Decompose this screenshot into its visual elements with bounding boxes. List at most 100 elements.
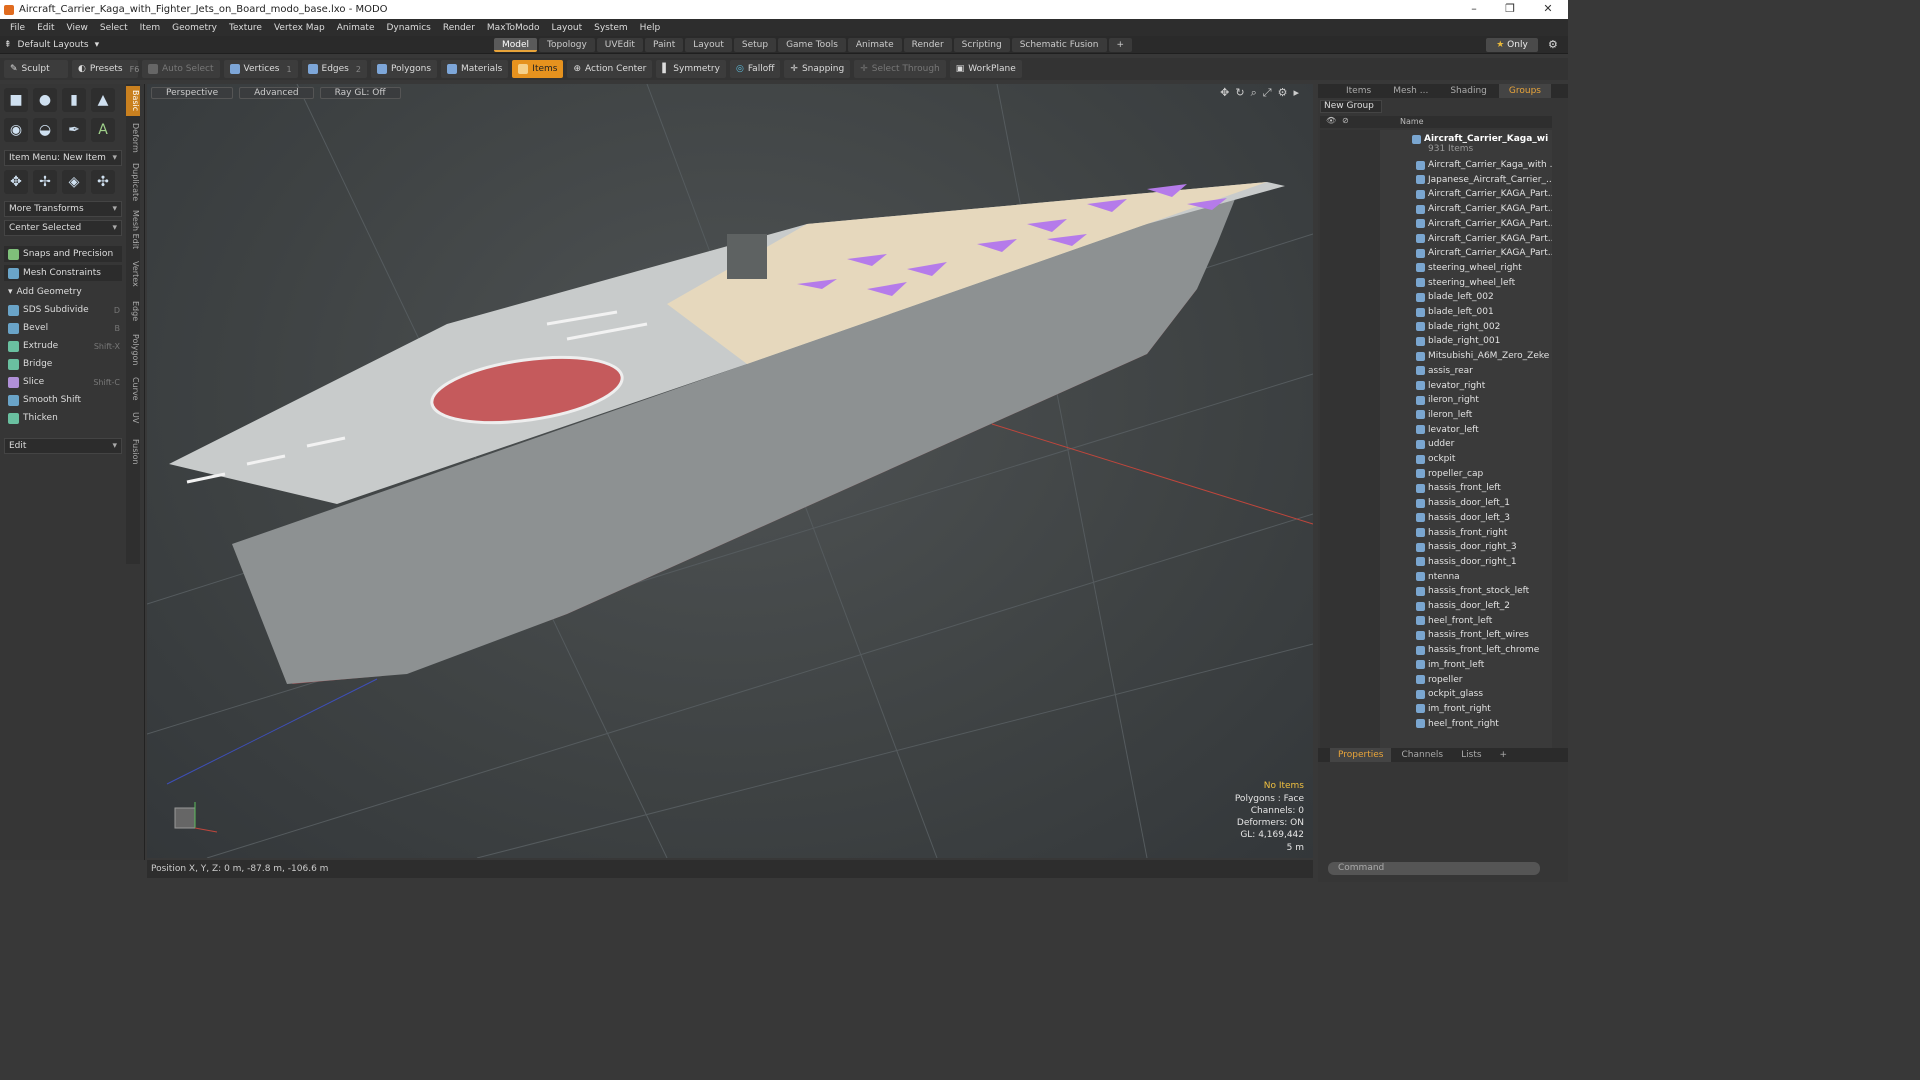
layout-toggle-icon[interactable]: ⇞ xyxy=(4,40,12,50)
list-item[interactable]: Aircraft_Carrier_KAGA_Part... xyxy=(1416,217,1552,231)
list-item[interactable]: hassis_door_left_3 xyxy=(1416,511,1552,525)
tab-schematic-fusion[interactable]: Schematic Fusion xyxy=(1011,38,1107,52)
vtab-mesh-edit[interactable]: Mesh Edit xyxy=(126,208,140,252)
edit-dropdown[interactable]: Edit xyxy=(4,438,122,454)
list-item[interactable]: ileron_right xyxy=(1416,393,1552,407)
list-item[interactable]: ropeller_cap xyxy=(1416,467,1552,481)
tab-channels[interactable]: Channels xyxy=(1393,748,1451,762)
torus-icon[interactable]: ◉ xyxy=(4,118,28,142)
advanced-button[interactable]: Advanced xyxy=(239,87,314,99)
tab-game-tools[interactable]: Game Tools xyxy=(778,38,846,52)
tab-properties[interactable]: Properties xyxy=(1330,748,1392,762)
tab-scripting[interactable]: Scripting xyxy=(953,38,1010,52)
command-input[interactable]: Command xyxy=(1328,862,1540,875)
menu-dynamics[interactable]: Dynamics xyxy=(380,23,436,33)
list-item[interactable]: im_front_left xyxy=(1416,658,1552,672)
cube-icon[interactable]: ■ xyxy=(4,88,28,112)
default-layouts-dropdown[interactable]: ⇞ Default Layouts ▾ xyxy=(4,38,99,52)
viewport-settings-icon[interactable]: ⚙ xyxy=(1278,86,1288,100)
snaps-and-precision[interactable]: Snaps and Precision xyxy=(4,246,122,262)
vtab-edge[interactable]: Edge xyxy=(126,296,140,326)
mesh-constraints[interactable]: Mesh Constraints xyxy=(4,265,122,281)
scale-icon[interactable]: ◈ xyxy=(62,170,86,194)
list-item[interactable]: hassis_front_right xyxy=(1416,526,1552,540)
list-item[interactable]: ockpit_glass xyxy=(1416,687,1552,701)
list-item[interactable]: blade_left_001 xyxy=(1416,305,1552,319)
list-item[interactable]: ropeller xyxy=(1416,673,1552,687)
list-item[interactable]: Aircraft_Carrier_KAGA_Part... xyxy=(1416,202,1552,216)
tab-setup[interactable]: Setup xyxy=(733,38,777,52)
materials-button[interactable]: Materials xyxy=(441,60,509,78)
vtab-uv[interactable]: UV xyxy=(126,408,140,428)
list-item[interactable]: levator_right xyxy=(1416,379,1552,393)
list-item[interactable]: Aircraft_Carrier_KAGA_Part... xyxy=(1416,187,1552,201)
list-item[interactable]: hassis_door_right_1 xyxy=(1416,555,1552,569)
list-item[interactable]: hassis_front_left_wires xyxy=(1416,628,1552,642)
list-item[interactable]: hassis_door_left_1 xyxy=(1416,496,1552,510)
list-item[interactable]: hassis_front_left xyxy=(1416,481,1552,495)
item-menu-dropdown[interactable]: Item Menu: New Item xyxy=(4,150,122,166)
sculpt-button[interactable]: ✎ Sculpt xyxy=(4,60,68,78)
more-transforms-dropdown[interactable]: More Transforms xyxy=(4,201,122,217)
vtab-polygon[interactable]: Polygon xyxy=(126,330,140,370)
menu-select[interactable]: Select xyxy=(94,23,134,33)
pen-icon[interactable]: ✒ xyxy=(62,118,86,142)
new-group-button[interactable]: New Group xyxy=(1320,100,1382,113)
menu-file[interactable]: File xyxy=(4,23,31,33)
list-item[interactable]: ntenna xyxy=(1416,570,1552,584)
gear-icon[interactable]: ⚙ xyxy=(1548,38,1558,51)
vertices-button[interactable]: Vertices 1 xyxy=(223,60,298,78)
tab-lists[interactable]: Lists xyxy=(1453,748,1489,762)
tool-extrude[interactable]: Extrude Shift-X xyxy=(4,338,122,354)
close-button[interactable]: ✕ xyxy=(1530,0,1566,19)
rotate-view-icon[interactable]: ↻ xyxy=(1235,86,1244,100)
vtab-fusion[interactable]: Fusion xyxy=(126,434,140,470)
edges-button[interactable]: Edges 2 xyxy=(301,60,367,78)
tab-paint[interactable]: Paint xyxy=(644,38,684,52)
action-center-button[interactable]: ⊕ Action Center xyxy=(567,60,653,78)
add-tab-icon[interactable]: + xyxy=(1492,748,1516,762)
menu-texture[interactable]: Texture xyxy=(223,23,268,33)
list-item[interactable]: hassis_front_stock_left xyxy=(1416,584,1552,598)
menu-layout[interactable]: Layout xyxy=(546,23,589,33)
cone-icon[interactable]: ▲ xyxy=(91,88,115,112)
tab-items[interactable]: Items xyxy=(1336,84,1381,98)
sphere-icon[interactable]: ● xyxy=(33,88,57,112)
menu-render[interactable]: Render xyxy=(437,23,481,33)
tab-layout[interactable]: Layout xyxy=(685,38,732,52)
minimize-button[interactable]: – xyxy=(1456,0,1492,19)
tool-slice[interactable]: Slice Shift-C xyxy=(4,374,122,390)
maximize-button[interactable]: ❐ xyxy=(1492,0,1528,19)
select-through-button[interactable]: ✛ Select Through xyxy=(854,60,946,78)
menu-vertex-map[interactable]: Vertex Map xyxy=(268,23,331,33)
list-item[interactable]: steering_wheel_right xyxy=(1416,261,1552,275)
vtab-curve[interactable]: Curve xyxy=(126,374,140,404)
only-button[interactable]: ★ Only xyxy=(1486,38,1538,52)
list-item[interactable]: Aircraft_Carrier_Kaga_with ... xyxy=(1416,158,1552,172)
menu-edit[interactable]: Edit xyxy=(31,23,60,33)
menu-view[interactable]: View xyxy=(61,23,94,33)
tab-animate[interactable]: Animate xyxy=(847,38,902,52)
vtab-basic[interactable]: Basic xyxy=(126,86,140,116)
tool-thicken[interactable]: Thicken xyxy=(4,410,122,426)
workplane-button[interactable]: ▣ WorkPlane xyxy=(949,60,1022,78)
tab-model[interactable]: Model xyxy=(494,38,538,52)
presets-button[interactable]: ◐ Presets F6 xyxy=(72,60,139,78)
list-item[interactable]: hassis_door_left_2 xyxy=(1416,599,1552,613)
rotate-icon[interactable]: ✢ xyxy=(33,170,57,194)
zoom-icon[interactable]: ⌕ xyxy=(1251,86,1257,100)
list-item[interactable]: blade_left_002 xyxy=(1416,290,1552,304)
list-item[interactable]: hassis_front_left_chrome xyxy=(1416,643,1552,657)
list-item[interactable]: steering_wheel_left xyxy=(1416,276,1552,290)
items-button[interactable]: Items xyxy=(512,60,564,78)
symmetry-button[interactable]: ▌ Symmetry xyxy=(656,60,726,78)
auto-select-button[interactable]: Auto Select xyxy=(142,60,220,78)
center-selected-dropdown[interactable]: Center Selected xyxy=(4,220,122,236)
list-item[interactable]: ileron_left xyxy=(1416,408,1552,422)
tab-render[interactable]: Render xyxy=(903,38,952,52)
falloff-button[interactable]: ◎ Falloff xyxy=(729,60,781,78)
list-item[interactable]: blade_right_002 xyxy=(1416,320,1552,334)
text-icon[interactable]: A xyxy=(91,118,115,142)
menu-system[interactable]: System xyxy=(588,23,634,33)
lock-icon[interactable]: ⊘ xyxy=(1342,116,1349,125)
